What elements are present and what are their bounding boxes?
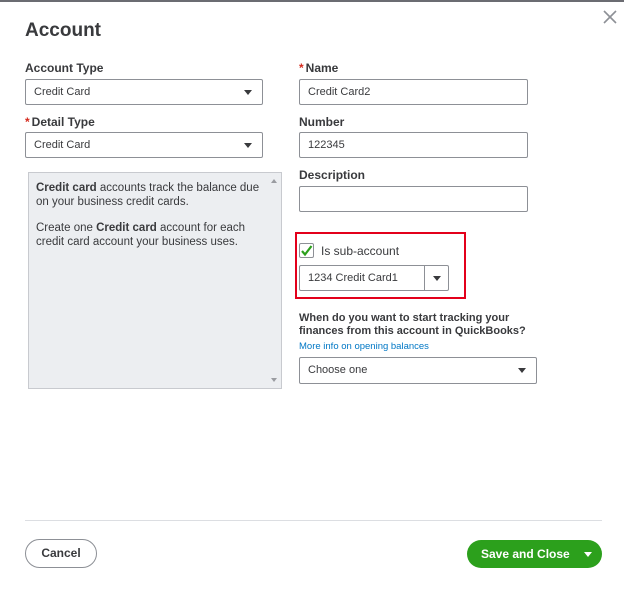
account-type-select[interactable]: Credit Card xyxy=(25,79,263,105)
description-input[interactable] xyxy=(299,186,528,212)
tracking-start-select[interactable]: Choose one xyxy=(299,357,537,384)
description-paragraph-2: Create one Credit card account for each … xyxy=(36,221,261,249)
footer-divider xyxy=(25,520,602,521)
save-and-close-button[interactable]: Save and Close xyxy=(467,540,602,568)
detail-type-select[interactable]: Credit Card xyxy=(25,132,263,158)
detail-type-label-text: Detail Type xyxy=(31,115,95,129)
description-bold-term: Credit card xyxy=(96,222,157,234)
account-type-label: Account Type xyxy=(25,61,104,75)
chevron-down-icon xyxy=(518,368,526,373)
parent-account-value: 1234 Credit Card1 xyxy=(308,272,398,284)
chevron-down-icon xyxy=(244,90,252,95)
dialog-title: Account xyxy=(25,20,101,41)
number-label: Number xyxy=(299,115,345,129)
name-label: * Name xyxy=(299,61,338,75)
scroll-up-arrow-icon[interactable] xyxy=(271,179,277,183)
detail-type-description-panel[interactable]: Credit card accounts track the balance d… xyxy=(28,172,282,389)
tracking-question: When do you want to start tracking your … xyxy=(299,312,526,337)
dialog-top-border xyxy=(0,0,624,2)
chevron-down-icon[interactable] xyxy=(433,276,441,281)
chevron-down-icon xyxy=(244,143,252,148)
is-sub-account-checkbox[interactable] xyxy=(299,243,314,258)
cancel-button[interactable]: Cancel xyxy=(25,539,97,568)
description-bold-term: Credit card xyxy=(36,182,97,194)
name-input[interactable]: Credit Card2 xyxy=(299,79,528,105)
description-paragraph-1: Credit card accounts track the balance d… xyxy=(36,181,261,209)
chevron-down-icon[interactable] xyxy=(584,552,592,557)
account-type-value: Credit Card xyxy=(34,86,91,98)
required-marker: * xyxy=(25,115,30,129)
description-label: Description xyxy=(299,168,366,182)
select-divider xyxy=(424,266,425,290)
opening-balances-link[interactable]: More info on opening balances xyxy=(299,341,429,352)
save-and-close-label: Save and Close xyxy=(481,547,570,561)
name-label-text: Name xyxy=(305,61,339,75)
checkmark-icon xyxy=(301,245,313,257)
parent-account-select[interactable]: 1234 Credit Card1 xyxy=(299,265,449,291)
detail-type-label: * Detail Type xyxy=(25,115,95,129)
required-marker: * xyxy=(299,61,304,75)
tracking-start-value: Choose one xyxy=(308,364,368,376)
close-icon[interactable] xyxy=(600,7,620,27)
scroll-down-arrow-icon[interactable] xyxy=(271,378,277,382)
detail-type-value: Credit Card xyxy=(34,139,91,151)
description-text: Create one xyxy=(36,222,97,234)
number-input[interactable]: 122345 xyxy=(299,132,528,158)
is-sub-account-label: Is sub-account xyxy=(321,244,400,258)
